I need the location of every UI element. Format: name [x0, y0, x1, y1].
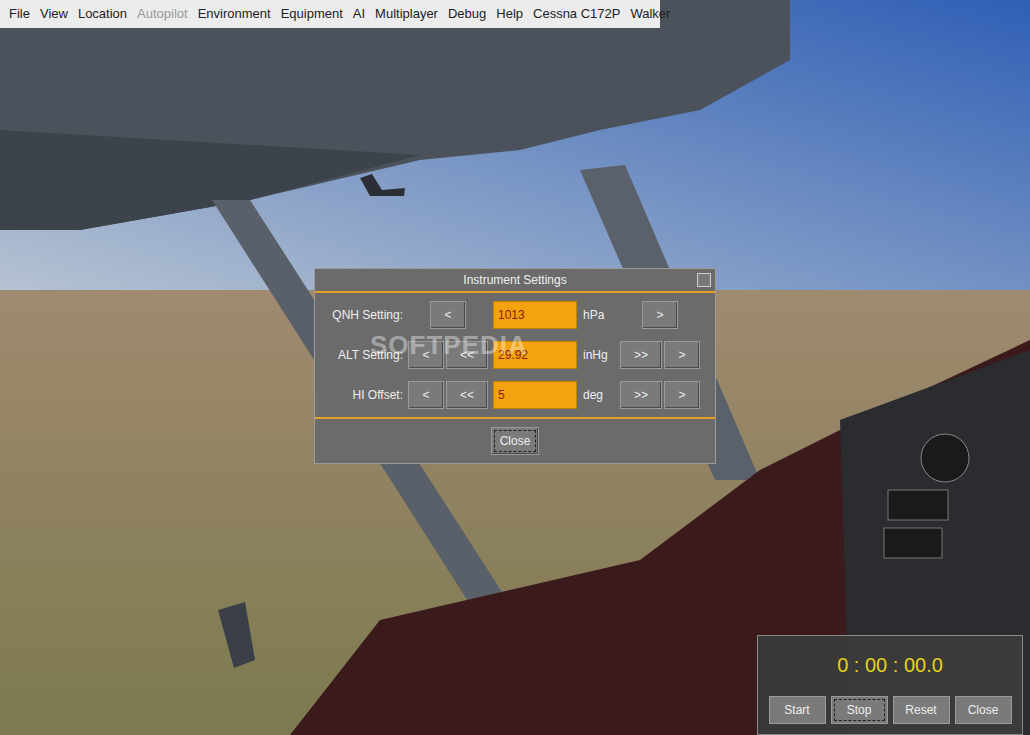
decrease-buttons: <<< — [403, 341, 493, 369]
setting-label: HI Offset: — [315, 386, 403, 404]
setting-unit: deg — [577, 386, 615, 404]
increase-button[interactable]: >> — [620, 381, 662, 409]
watermark: SOFTPEDIA — [370, 326, 528, 365]
increase-button[interactable]: > — [664, 381, 700, 409]
setting-row: QNH Setting: <1013hPa > — [315, 301, 705, 329]
decrease-button[interactable]: << — [446, 341, 488, 369]
decrease-buttons: <<< — [403, 381, 493, 409]
decrease-button[interactable]: < — [430, 301, 466, 329]
menu-bar: FileViewLocationAutopilotEnvironmentEqui… — [0, 0, 660, 28]
setting-row: HI Offset:<<<5deg>>> — [315, 381, 705, 409]
increase-buttons: >>> — [615, 341, 705, 369]
increase-buttons: > — [615, 301, 705, 329]
setting-row: ALT Setting:<<<29.92inHg>>> — [315, 341, 705, 369]
menu-item[interactable]: AI — [348, 4, 370, 24]
menu-item[interactable]: Location — [73, 4, 132, 24]
setting-unit: hPa — [577, 306, 615, 324]
setting-field[interactable]: 29.92 — [493, 341, 577, 369]
decrease-button[interactable]: << — [446, 381, 488, 409]
setting-label: QNH Setting: — [315, 306, 403, 324]
decrease-button[interactable]: < — [408, 381, 444, 409]
timer-buttons: StartStopResetClose — [769, 696, 1012, 724]
dialog-title-bar: Instrument Settings — [315, 269, 715, 293]
menu-item: Autopilot — [132, 4, 193, 24]
increase-button[interactable]: >> — [620, 341, 662, 369]
dialog-footer: Close — [315, 417, 715, 463]
timer-dialog: 0 : 00 : 00.0 StartStopResetClose — [757, 635, 1023, 735]
timer-display: 0 : 00 : 00.0 — [837, 650, 943, 680]
timer-button[interactable]: Reset — [893, 696, 950, 724]
instrument-settings-dialog: Instrument SettingsQNH Setting:<1013hPa>… — [314, 268, 716, 464]
menu-item[interactable]: Debug — [443, 4, 491, 24]
setting-label: ALT Setting: — [315, 346, 403, 364]
settings-rows: QNH Setting:<1013hPa>ALT Setting:<<<29.9… — [315, 293, 715, 417]
menu-item[interactable]: View — [35, 4, 73, 24]
increase-buttons: >>> — [615, 381, 705, 409]
menu-item[interactable]: Cessna C172P — [528, 4, 625, 24]
setting-field[interactable]: 5 — [493, 381, 577, 409]
setting-unit: inHg — [577, 346, 615, 364]
flightgear-screen: FileViewLocationAutopilotEnvironmentEqui… — [0, 0, 1030, 735]
timer-button[interactable]: Close — [955, 696, 1012, 724]
menu-item[interactable]: Walker — [625, 4, 675, 24]
close-button[interactable]: Close — [491, 427, 540, 455]
menu-item[interactable]: Equipment — [276, 4, 348, 24]
decrease-buttons: < — [403, 301, 493, 329]
menu-item[interactable]: Help — [491, 4, 528, 24]
menu-item[interactable]: Environment — [193, 4, 276, 24]
increase-button[interactable]: > — [642, 301, 678, 329]
dialog-title: Instrument Settings — [463, 271, 566, 289]
menu-item[interactable]: File — [4, 4, 35, 24]
decrease-button[interactable]: < — [408, 341, 444, 369]
timer-button[interactable]: Stop — [831, 696, 888, 724]
timer-button[interactable]: Start — [769, 696, 826, 724]
close-box-icon[interactable] — [697, 273, 711, 287]
increase-button[interactable]: > — [664, 341, 700, 369]
menu-item[interactable]: Multiplayer — [370, 4, 443, 24]
setting-field[interactable]: 1013 — [493, 301, 577, 329]
